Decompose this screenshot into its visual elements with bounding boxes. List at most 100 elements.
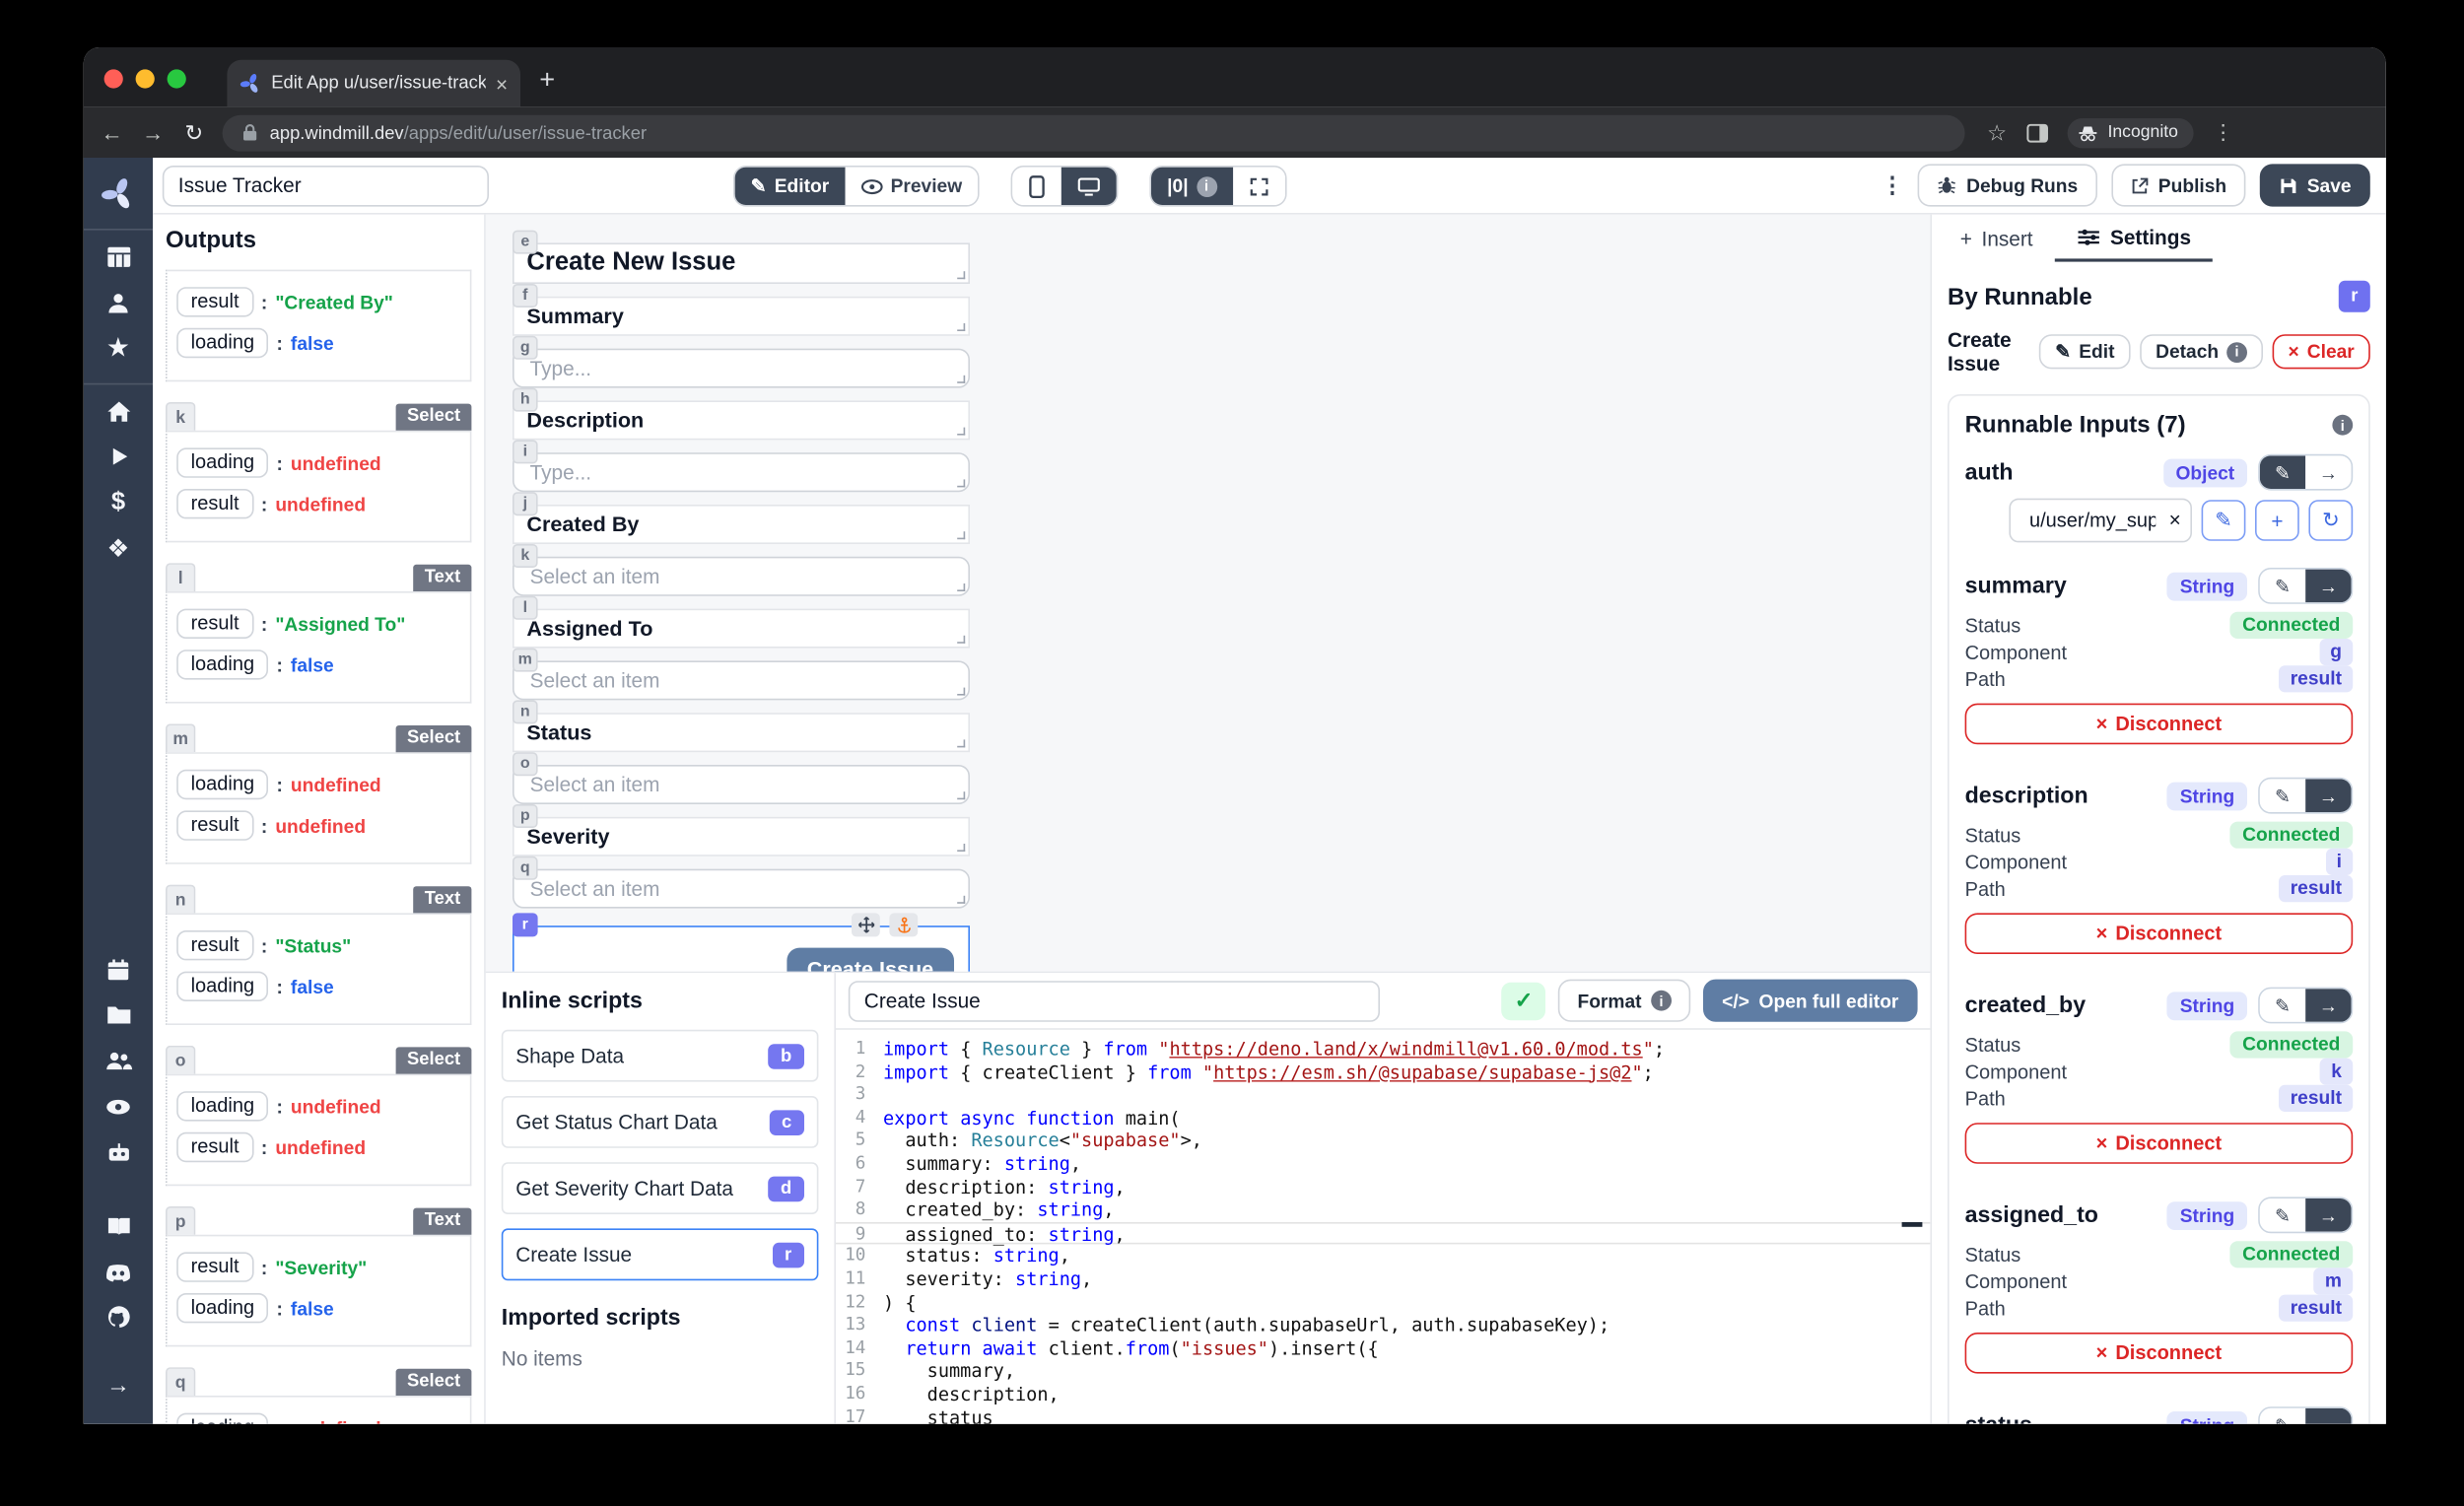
disconnect-button[interactable]: ×Disconnect bbox=[1965, 913, 2354, 954]
select-placeholder[interactable]: Select an item bbox=[514, 767, 969, 803]
worker-groups-robot-icon[interactable] bbox=[92, 1130, 145, 1175]
discord-icon[interactable] bbox=[92, 1249, 145, 1294]
pencil-icon[interactable]: ✎ bbox=[2260, 570, 2305, 603]
collapse-arrow-icon[interactable]: → bbox=[92, 1362, 145, 1407]
more-menu-icon[interactable]: ⋮ bbox=[1882, 171, 1903, 198]
resize-corner[interactable] bbox=[957, 896, 965, 904]
resources-cubes-icon[interactable]: ❖ bbox=[92, 525, 145, 571]
select-placeholder[interactable]: Select an item bbox=[514, 870, 969, 907]
canvas-component-g[interactable]: gType... bbox=[513, 349, 970, 388]
output-key-pill[interactable]: loading bbox=[176, 328, 268, 358]
text-input-placeholder[interactable]: Type... bbox=[514, 350, 969, 386]
forward-icon[interactable]: → bbox=[140, 120, 166, 146]
resize-corner[interactable] bbox=[957, 376, 965, 383]
browser-menu-icon[interactable]: ⋮ bbox=[2213, 120, 2233, 146]
resize-corner[interactable] bbox=[957, 583, 965, 591]
app-canvas[interactable]: eCreate New Issue fSummary gType... hDescri… bbox=[486, 215, 1931, 972]
docs-book-icon[interactable] bbox=[92, 1203, 145, 1249]
output-key-pill[interactable]: result bbox=[176, 489, 253, 518]
output-key-pill[interactable]: loading bbox=[176, 972, 268, 1001]
format-button[interactable]: Formati bbox=[1558, 980, 1690, 1022]
reload-icon[interactable]: ↻ bbox=[181, 119, 207, 146]
resize-corner[interactable] bbox=[957, 844, 965, 852]
canvas-component-i[interactable]: iType... bbox=[513, 452, 970, 492]
canvas-component-f[interactable]: fSummary bbox=[513, 297, 970, 336]
output-key-pill[interactable]: loading bbox=[176, 447, 268, 477]
resize-corner[interactable] bbox=[957, 531, 965, 539]
open-full-editor-button[interactable]: </>Open full editor bbox=[1703, 980, 1918, 1022]
canvas-component-o[interactable]: oSelect an item bbox=[513, 765, 970, 804]
debug-runs-button[interactable]: Debug Runs bbox=[1918, 164, 2097, 206]
window-controls[interactable] bbox=[104, 69, 186, 88]
inline-script-item[interactable]: Get Severity Chart Datad bbox=[502, 1162, 819, 1214]
inline-script-item[interactable]: Create Issuer bbox=[502, 1228, 819, 1280]
pencil-icon[interactable]: ✎ bbox=[2260, 779, 2305, 812]
resize-corner[interactable] bbox=[957, 688, 965, 696]
anchor-icon[interactable] bbox=[889, 913, 918, 936]
tab-insert[interactable]: +Insert bbox=[1938, 215, 2055, 262]
json-outputs-button[interactable]: |0|i bbox=[1151, 168, 1232, 205]
user-icon[interactable] bbox=[92, 279, 145, 324]
resize-corner[interactable] bbox=[957, 428, 965, 436]
variables-dollar-icon[interactable]: $ bbox=[92, 479, 145, 524]
minimize-window-button[interactable] bbox=[136, 69, 155, 88]
mobile-view-button[interactable] bbox=[1012, 168, 1061, 205]
runs-play-icon[interactable] bbox=[92, 434, 145, 479]
output-key-pill[interactable]: result bbox=[176, 810, 253, 840]
pencil-icon[interactable]: ✎ bbox=[2260, 455, 2305, 489]
canvas-component-j[interactable]: jCreated By bbox=[513, 505, 970, 544]
edit-button[interactable]: ✎Edit bbox=[2039, 334, 2130, 369]
new-tab-button[interactable]: + bbox=[539, 65, 555, 97]
tab-settings[interactable]: Settings bbox=[2055, 215, 2213, 262]
home-icon[interactable] bbox=[92, 388, 145, 434]
workers-users-icon[interactable] bbox=[92, 1038, 145, 1083]
url-bar[interactable]: app.windmill.dev/apps/edit/u/user/issue-… bbox=[223, 114, 1965, 151]
resize-corner[interactable] bbox=[957, 791, 965, 799]
pencil-icon[interactable]: ✎ bbox=[2260, 1408, 2305, 1424]
code-area[interactable]: 1import { Resource } from "https://deno.… bbox=[836, 1030, 1930, 1424]
close-window-button[interactable] bbox=[104, 69, 123, 88]
output-key-pill[interactable]: result bbox=[176, 1252, 253, 1281]
inline-script-item[interactable]: Get Status Chart Datac bbox=[502, 1096, 819, 1148]
zoom-window-button[interactable] bbox=[168, 69, 186, 88]
publish-button[interactable]: Publish bbox=[2111, 164, 2246, 206]
auth-resource-input[interactable] bbox=[2009, 499, 2192, 543]
fullscreen-icon[interactable] bbox=[1232, 168, 1284, 205]
edit-resource-pencil-icon[interactable]: ✎ bbox=[2202, 500, 2246, 541]
output-key-pill[interactable]: loading bbox=[176, 770, 268, 799]
add-resource-plus-icon[interactable]: + bbox=[2255, 500, 2299, 541]
refresh-icon[interactable]: ↻ bbox=[2308, 500, 2353, 541]
arrow-right-icon[interactable]: → bbox=[2305, 1198, 2351, 1232]
arrow-right-icon[interactable]: → bbox=[2305, 455, 2351, 489]
output-key-pill[interactable]: loading bbox=[176, 650, 268, 679]
output-key-pill[interactable]: loading bbox=[176, 1293, 268, 1323]
app-name-input[interactable] bbox=[163, 165, 489, 206]
canvas-component-k[interactable]: kSelect an item bbox=[513, 557, 970, 596]
canvas-component-q[interactable]: qSelect an item bbox=[513, 869, 970, 909]
canvas-component-e[interactable]: eCreate New Issue bbox=[513, 242, 970, 284]
back-icon[interactable]: ← bbox=[100, 120, 125, 146]
arrow-right-icon[interactable]: → bbox=[2305, 1408, 2351, 1424]
resize-corner[interactable] bbox=[957, 636, 965, 644]
detach-button[interactable]: Detachi bbox=[2140, 334, 2263, 369]
tab-close-icon[interactable]: × bbox=[496, 72, 508, 96]
audit-eye-icon[interactable] bbox=[92, 1083, 145, 1129]
script-name-input[interactable] bbox=[849, 980, 1380, 1021]
browser-tab[interactable]: Edit App u/user/issue-tracker | × bbox=[227, 60, 520, 107]
output-key-pill[interactable]: result bbox=[176, 287, 253, 316]
inline-script-item[interactable]: Shape Datab bbox=[502, 1030, 819, 1082]
move-handle-icon[interactable] bbox=[852, 913, 880, 936]
text-input-placeholder[interactable]: Type... bbox=[514, 454, 969, 491]
arrow-right-icon[interactable]: → bbox=[2305, 570, 2351, 603]
canvas-component-h[interactable]: hDescription bbox=[513, 400, 970, 440]
output-key-pill[interactable]: loading bbox=[176, 1413, 268, 1424]
clear-button[interactable]: ×Clear bbox=[2273, 334, 2370, 369]
resize-corner[interactable] bbox=[957, 479, 965, 487]
canvas-component-n[interactable]: nStatus bbox=[513, 713, 970, 752]
bookmark-star-icon[interactable]: ☆ bbox=[1987, 119, 2007, 146]
disconnect-button[interactable]: ×Disconnect bbox=[1965, 704, 2354, 745]
save-button[interactable]: Save bbox=[2260, 164, 2370, 206]
arrow-right-icon[interactable]: → bbox=[2305, 989, 2351, 1022]
canvas-component-l[interactable]: lAssigned To bbox=[513, 609, 970, 649]
output-key-pill[interactable]: result bbox=[176, 930, 253, 960]
